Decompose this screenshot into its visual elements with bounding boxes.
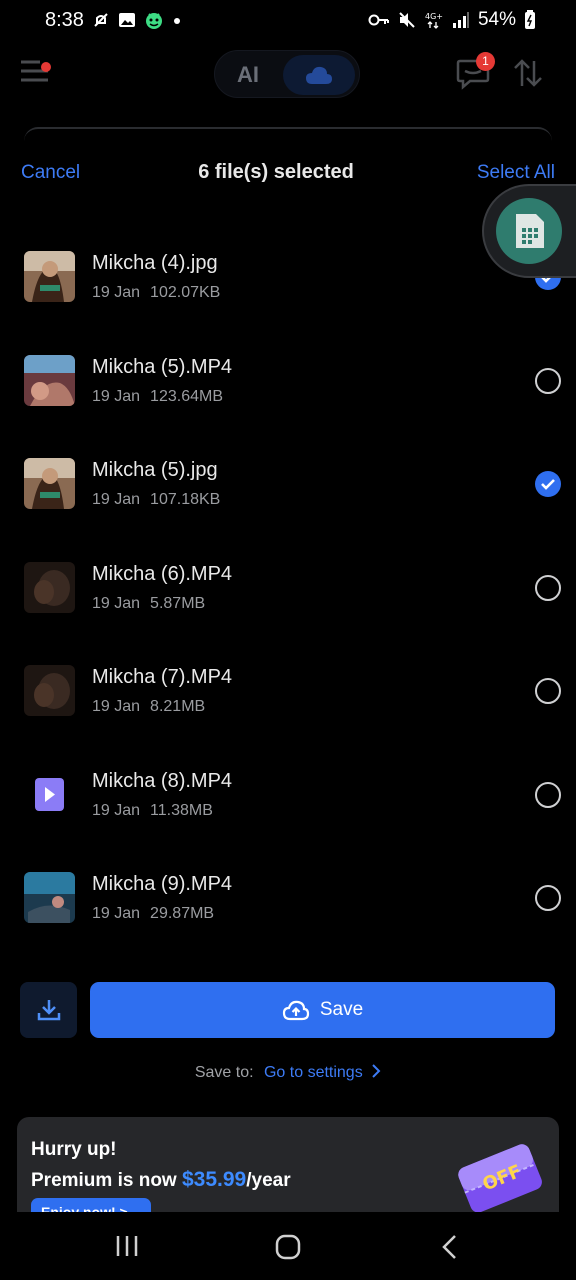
promo-suffix: /year (246, 1170, 291, 1191)
save-label: Save (319, 999, 364, 1020)
file-name: Mikcha (7).MP4 (92, 666, 233, 688)
checkbox-unchecked[interactable] (535, 885, 561, 911)
file-meta: 19 Jan 29.87MB (92, 905, 214, 923)
selection-title: 6 file(s) selected (198, 161, 354, 183)
sort-icon[interactable] (512, 58, 544, 88)
file-thumbnail (24, 561, 75, 613)
file-name: Mikcha (6).MP4 (92, 562, 233, 585)
file-size: 102.07KB (150, 284, 221, 301)
file-meta: 19 Jan 8.21MB (92, 698, 205, 716)
cloud-icon (306, 66, 332, 84)
home-icon[interactable] (275, 1234, 301, 1260)
file-date: 19 Jan (92, 284, 141, 301)
checkbox-unchecked[interactable] (535, 574, 561, 601)
file-meta: 19 Jan 123.64MB (92, 388, 223, 406)
file-date: 19 Jan (92, 594, 141, 612)
status-left-icons (92, 10, 182, 30)
premium-promo-card[interactable]: Hurry up! Premium is now $35.99/year Enj… (17, 1117, 559, 1227)
sheet-handle (24, 127, 552, 141)
file-date: 19 Jan (92, 905, 141, 922)
4g-icon: 4G+ (425, 12, 443, 29)
file-name: Mikcha (5).MP4 (92, 355, 233, 378)
file-name: Mikcha (8).MP4 (92, 769, 233, 792)
file-meta: 19 Jan 107.18KB (92, 491, 220, 509)
promo-offer-line: Premium is now $35.99/year (31, 1168, 291, 1192)
dot-icon (174, 18, 180, 24)
status-bar: 8:38 4G+ 54% (0, 0, 576, 42)
file-row[interactable]: Mikcha (8).MP4 19 Jan 11.38MB (0, 742, 576, 846)
file-date: 19 Jan (92, 801, 141, 819)
download-icon (37, 1000, 60, 1021)
save-to-label: Save to: (194, 1064, 254, 1081)
file-name: Mikcha (5).jpg (92, 459, 218, 481)
key-icon (368, 14, 389, 26)
android-icon (146, 13, 162, 29)
file-row[interactable]: Mikcha (7).MP4 19 Jan 8.21MB (0, 638, 576, 742)
save-button[interactable]: Save (90, 982, 555, 1038)
file-row[interactable]: Mikcha (6).MP4 19 Jan 5.87MB (0, 535, 576, 639)
mute-icon (399, 12, 415, 28)
promo-hurry: Hurry up! (31, 1139, 117, 1160)
gallery-icon (119, 13, 135, 27)
go-to-settings-link[interactable]: Go to settings (264, 1064, 363, 1081)
file-thumbnail (24, 665, 75, 716)
checkbox-unchecked[interactable] (535, 678, 561, 704)
menu-notification-dot (41, 62, 51, 72)
download-button[interactable] (20, 982, 77, 1038)
file-size: 5.87MB (150, 594, 206, 612)
file-row[interactable]: Mikcha (5).MP4 19 Jan 123.64MB (0, 328, 576, 432)
file-thumbnail (24, 251, 75, 302)
signal-icon (452, 12, 469, 28)
checkmark-icon (541, 479, 555, 490)
promo-prefix: Premium is now (31, 1170, 182, 1191)
file-name: Mikcha (4).jpg (92, 252, 218, 274)
file-thumbnail (24, 769, 75, 820)
file-size: 123.64MB (150, 387, 223, 405)
file-size: 29.87MB (150, 905, 215, 922)
mute-notification-icon (94, 13, 108, 27)
file-meta: 19 Jan 102.07KB (92, 284, 220, 302)
file-date: 19 Jan (92, 698, 141, 715)
svg-text:4G+: 4G+ (425, 12, 443, 21)
recents-icon[interactable] (115, 1234, 139, 1258)
select-all-button[interactable]: Select All (477, 162, 555, 184)
file-date: 19 Jan (92, 387, 141, 405)
checkbox-unchecked[interactable] (535, 367, 561, 394)
chevron-right-icon[interactable] (371, 1064, 381, 1078)
file-meta: 19 Jan 11.38MB (92, 802, 213, 820)
floating-assistant-bubble[interactable] (482, 184, 576, 278)
mode-toggle[interactable]: AI (214, 50, 360, 98)
status-time: 8:38 (45, 9, 84, 31)
chat-badge: 1 (476, 52, 495, 71)
cloud-mode-button[interactable] (283, 55, 355, 95)
file-size: 11.38MB (150, 801, 213, 819)
file-row[interactable]: Mikcha (9).MP4 19 Jan 29.87MB (0, 845, 576, 949)
file-thumbnail (24, 872, 75, 923)
file-row[interactable]: Mikcha (5).jpg 19 Jan 107.18KB (0, 431, 576, 535)
cloud-upload-icon (282, 1000, 309, 1021)
checkbox-unchecked[interactable] (535, 781, 561, 808)
file-thumbnail (24, 354, 75, 406)
file-size: 107.18KB (150, 491, 221, 508)
battery-icon (525, 10, 535, 29)
file-meta: 19 Jan 5.87MB (92, 595, 205, 613)
sim-card-icon (516, 214, 544, 248)
file-thumbnail (24, 458, 75, 509)
checkbox-checked[interactable] (535, 471, 561, 497)
back-icon[interactable] (440, 1234, 458, 1260)
app-bar: AI 1 (0, 42, 576, 108)
file-name: Mikcha (9).MP4 (92, 873, 233, 895)
promo-price: $35.99 (181, 1168, 247, 1191)
system-nav-bar (0, 1212, 576, 1280)
selection-header: Cancel 6 file(s) selected Select All (0, 150, 576, 198)
toggle-ai-label[interactable]: AI (237, 62, 259, 88)
file-size: 8.21MB (150, 698, 206, 715)
status-right-icons: 4G+ 54% (368, 9, 536, 31)
floating-app-icon[interactable] (496, 198, 562, 264)
file-date: 19 Jan (92, 491, 141, 508)
battery-percentage: 54% (477, 9, 516, 30)
save-location: Save to: Go to settings (0, 1064, 576, 1082)
